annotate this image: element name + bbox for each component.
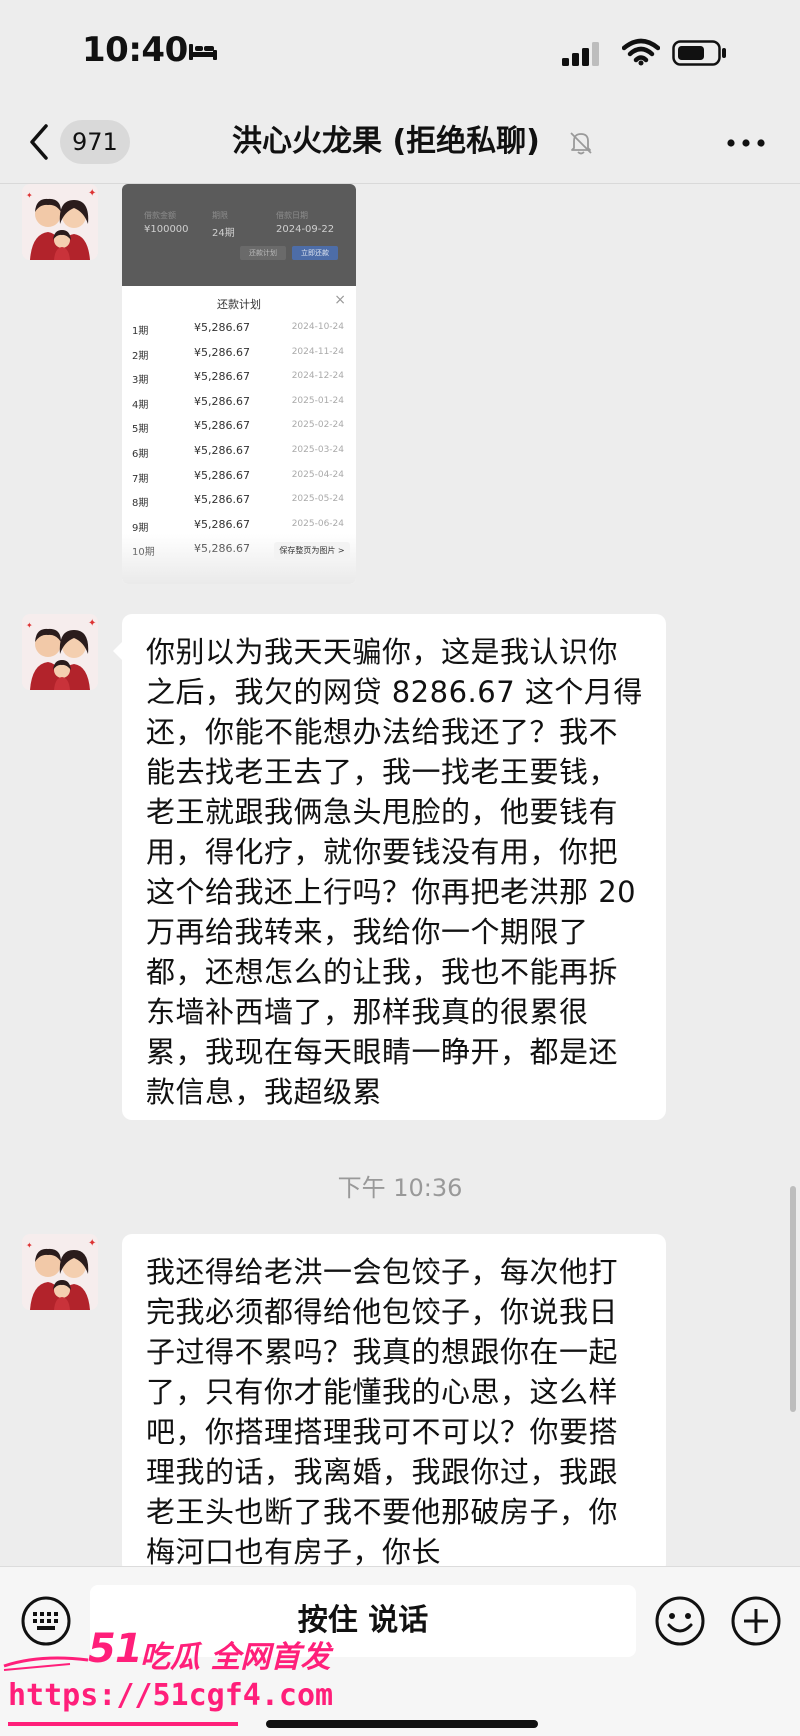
contact-avatar[interactable]: ✦ ✦ <box>22 1234 98 1310</box>
svg-text:✦: ✦ <box>26 621 33 630</box>
loan-field-label: 借款日期 <box>276 211 308 220</box>
text-message[interactable]: 你别以为我天天骗你，这是我认识你之后，我欠的网贷 8286.67 这个月得还，你… <box>113 614 666 1120</box>
plan-row-period: 6期 <box>132 449 149 460</box>
message-timestamp: 下午 10:36 <box>337 1174 463 1202</box>
plan-row-period: 3期 <box>132 375 149 387</box>
loan-field-label: 期限 <box>212 211 228 220</box>
text-message[interactable]: 我还得给老洪一会包饺子，每次他打完我必须都得给他包饺子，你说我日子过得不累吗？我… <box>122 1234 666 1574</box>
status-time: 10:40 <box>82 30 188 70</box>
plus-icon[interactable] <box>730 1595 782 1647</box>
plan-row: 1期 ¥5,286.67 2024-10-24 <box>122 316 356 343</box>
plan-row-period: 8期 <box>132 498 149 510</box>
couple-avatar-icon: ✦ ✦ <box>22 614 98 690</box>
plan-row-amount: ¥5,286.67 <box>194 493 250 507</box>
plan-row-date: 2024-10-24 <box>291 322 344 332</box>
plan-row-date: 2024-11-24 <box>291 346 344 357</box>
plan-row-amount: ¥5,286.67 <box>194 370 250 384</box>
plan-row-amount: ¥5,286.67 <box>194 394 250 408</box>
couple-avatar-icon: ✦ ✦ <box>22 1234 98 1310</box>
plan-row-date: 2025-04-24 <box>291 469 344 480</box>
repay-plan-button: 还款计划 <box>240 246 286 260</box>
plan-row-period: 7期 <box>132 473 149 485</box>
plan-row-period: 4期 <box>132 399 149 411</box>
plan-row-date: 2024-12-24 <box>291 371 344 382</box>
save-page-image-button: 保存整页为图片 > <box>274 542 350 560</box>
chat-title: 洪心火龙果 (拒绝私聊) <box>232 124 540 159</box>
plan-row: 5期 ¥5,286.67 2025-02-24 <box>122 414 356 441</box>
scrollbar[interactable] <box>790 1186 796 1412</box>
home-indicator <box>266 1720 538 1728</box>
repay-now-button: 立即还款 <box>292 246 338 260</box>
plan-row-period: 9期 <box>132 522 149 534</box>
plan-row-amount: ¥5,286.67 <box>194 468 250 482</box>
image-message-loan-plan[interactable]: 借款金额 ¥100000 期限 24期 借款日期 2024-09-22 还款计划… <box>122 184 356 584</box>
plan-row: 2期 ¥5,286.67 2024-11-24 <box>122 341 356 368</box>
plan-row-period: 2期 <box>132 350 149 362</box>
unread-count-badge[interactable]: 971 <box>60 120 130 164</box>
svg-text:✦: ✦ <box>88 618 96 629</box>
muted-bell-icon <box>570 132 592 155</box>
plan-row-date: 2025-06-24 <box>291 518 344 529</box>
chat-header: 971 洪心火龙果 (拒绝私聊) <box>0 100 800 184</box>
svg-text:✦: ✦ <box>88 188 96 199</box>
plan-row-period: 1期 <box>132 326 149 337</box>
emoji-icon[interactable] <box>654 1595 706 1647</box>
plan-row-date: 2025-01-24 <box>291 395 344 406</box>
svg-text:✦: ✦ <box>26 191 33 200</box>
cellular-signal-icon <box>562 42 599 66</box>
plan-row: 6期 ¥5,286.67 2025-03-24 <box>122 439 356 466</box>
loan-field-label: 借款金额 <box>144 211 176 220</box>
plan-row-amount: ¥5,286.67 <box>194 444 250 457</box>
plan-row-amount: ¥5,286.67 <box>194 321 250 334</box>
loan-field-value: 2024-09-22 <box>276 224 335 235</box>
contact-avatar[interactable]: ✦ ✦ <box>22 184 98 260</box>
plan-row-date: 2025-02-24 <box>291 420 344 431</box>
plan-row-period: 5期 <box>132 424 149 436</box>
watermark-text: 吃瓜 全网首发 <box>140 1640 331 1675</box>
watermark-number: 51 <box>88 1626 143 1672</box>
plan-row: 7期 ¥5,286.67 2025-04-24 <box>122 464 356 491</box>
sheet-title: 还款计划 <box>217 298 261 311</box>
plan-row: 3期 ¥5,286.67 2024-12-24 <box>122 365 356 392</box>
close-icon: × <box>334 292 346 308</box>
plan-row: 8期 ¥5,286.67 2025-05-24 <box>122 488 356 515</box>
loan-field-value: ¥100000 <box>144 224 189 235</box>
wifi-icon <box>622 38 660 66</box>
plan-row-amount: ¥5,286.67 <box>194 345 250 359</box>
more-options-icon[interactable] <box>726 138 766 148</box>
svg-text:✦: ✦ <box>88 1238 96 1249</box>
battery-icon <box>672 40 726 66</box>
couple-avatar-icon: ✦ ✦ <box>22 184 98 260</box>
back-arrow-icon[interactable] <box>24 120 54 164</box>
plan-row-amount: ¥5,286.67 <box>194 517 250 531</box>
contact-avatar[interactable]: ✦ ✦ <box>22 614 98 690</box>
loan-field-value: 24期 <box>212 228 235 239</box>
plan-row: 4期 ¥5,286.67 2025-01-24 <box>122 390 356 417</box>
sleep-focus-icon <box>189 44 217 60</box>
svg-text:✦: ✦ <box>26 1241 33 1250</box>
watermark-url: https://51cgf4.com <box>8 1678 334 1713</box>
plan-row-amount: ¥5,286.67 <box>194 419 250 433</box>
plan-row-date: 2025-05-24 <box>291 494 344 505</box>
watermark-underline <box>8 1722 238 1726</box>
plan-row-date: 2025-03-24 <box>291 445 344 455</box>
status-bar: 10:40 <box>0 0 800 100</box>
loan-summary-panel: 借款金额 ¥100000 期限 24期 借款日期 2024-09-22 还款计划… <box>122 184 356 286</box>
